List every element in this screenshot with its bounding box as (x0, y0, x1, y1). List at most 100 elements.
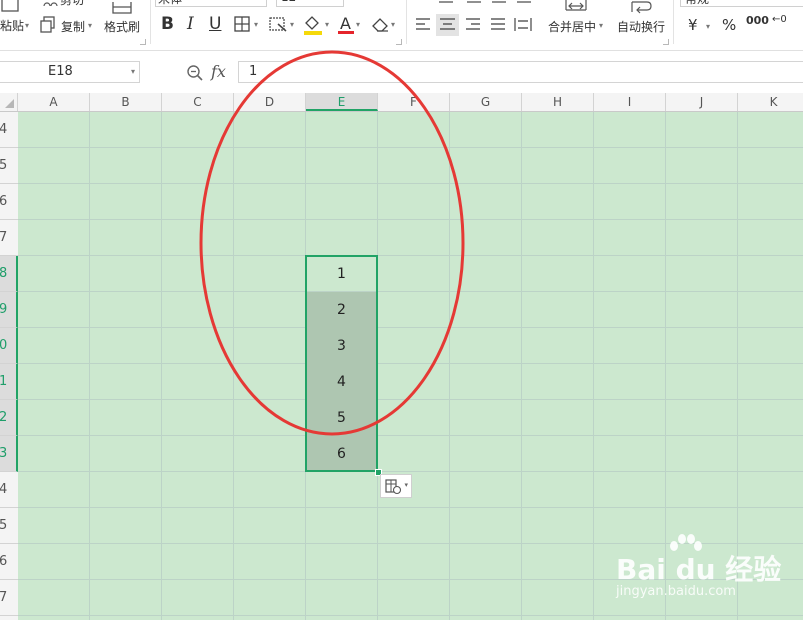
column-header-f[interactable]: F (378, 93, 450, 111)
border-grid-icon (234, 16, 250, 32)
column-header-c[interactable]: C (162, 93, 234, 111)
cell-style-icon (269, 17, 287, 32)
font-color-dropdown-icon: ▾ (356, 20, 361, 29)
underline-button[interactable]: U (209, 14, 221, 34)
name-box-dropdown-icon[interactable]: ▾ (131, 62, 135, 82)
thousands-separator-button[interactable]: 000 (746, 14, 769, 27)
row-header[interactable]: 4 (0, 112, 18, 148)
column-header-j[interactable]: J (666, 93, 738, 111)
paste-options-button[interactable]: ▾ (380, 474, 412, 498)
fx-insert-function-icon[interactable]: fx (211, 62, 226, 81)
fill-color-dropdown-icon: ▾ (325, 20, 330, 29)
border-button[interactable]: ▾ (233, 15, 263, 35)
separator (673, 0, 674, 44)
name-box-value: E18 (48, 64, 73, 79)
number-format-select[interactable]: 常规 (680, 0, 803, 7)
column-header-g[interactable]: G (450, 93, 522, 111)
paste-options-dropdown-icon: ▾ (404, 481, 408, 489)
alignment-group-launcher[interactable] (663, 39, 669, 45)
row-header[interactable]: 2 (0, 400, 18, 436)
justify-icon (491, 18, 505, 30)
merge-center-button[interactable]: 合并居中 ▾ (546, 0, 608, 44)
separator (150, 0, 151, 44)
column-header-i[interactable]: I (594, 93, 666, 111)
selection-range[interactable] (305, 255, 378, 472)
currency-dropdown-icon: ▾ (706, 22, 711, 31)
align-left-icon (416, 18, 430, 30)
row-header[interactable]: 7 (0, 220, 18, 256)
cell-grid[interactable]: 123456 ▾ (18, 112, 803, 620)
align-right-button[interactable] (462, 14, 484, 36)
font-size-value: 12 (281, 0, 296, 4)
increase-decimal-button[interactable]: ←0 (772, 14, 787, 25)
column-header-b[interactable]: B (90, 93, 162, 111)
justify-button[interactable] (487, 14, 509, 36)
row-header[interactable]: 8 (0, 256, 18, 292)
align-center-button[interactable] (436, 14, 459, 36)
merge-center-label: 合并居中 (548, 20, 597, 34)
copy-label: 复制 (61, 20, 86, 34)
align-bottom-icon[interactable] (491, 0, 507, 7)
fill-color-button[interactable]: ▾ (302, 14, 334, 36)
bold-button[interactable]: B (161, 14, 174, 34)
row-header[interactable]: 6 (0, 184, 18, 220)
row-header-column: 45678901234567 (0, 112, 19, 620)
font-name-select[interactable]: 宋体 (155, 0, 267, 7)
align-center-icon (440, 18, 455, 30)
format-painter-label: 格式刷 (104, 20, 141, 34)
column-header-e[interactable]: E (306, 93, 378, 111)
column-header-k[interactable]: K (738, 93, 803, 111)
row-header[interactable]: 6 (0, 544, 18, 580)
row-header[interactable]: 3 (0, 436, 18, 472)
cell-style-button[interactable]: ▾ (268, 15, 298, 35)
copy-icon (40, 16, 55, 33)
align-right-icon (466, 18, 480, 30)
currency-button[interactable]: ¥ (688, 16, 698, 34)
font-group-launcher[interactable] (396, 39, 402, 45)
merge-dropdown-icon: ▾ (599, 21, 604, 30)
row-header[interactable]: 4 (0, 472, 18, 508)
clear-format-button[interactable]: ▾ (370, 14, 400, 36)
fill-bucket-icon (304, 16, 322, 35)
paste-dropdown-icon: ▾ (25, 21, 30, 30)
row-header[interactable]: 1 (0, 364, 18, 400)
orientation-icon[interactable] (516, 0, 532, 7)
copy-dropdown-icon: ▾ (88, 21, 93, 30)
row-header[interactable]: 5 (0, 148, 18, 184)
clipboard-group-launcher[interactable] (140, 39, 146, 45)
italic-button[interactable]: I (187, 14, 194, 34)
align-top-icon[interactable] (438, 0, 454, 7)
auto-wrap-button[interactable]: 自动换行 (614, 0, 670, 44)
formula-input[interactable]: 1 (238, 61, 803, 83)
font-color-button[interactable]: A ▾ (338, 14, 368, 36)
copy-button[interactable]: 复制 ▾ (40, 15, 98, 35)
format-painter-button[interactable]: 格式刷 (102, 0, 146, 44)
font-color-swatch (338, 31, 354, 34)
align-middle-icon[interactable] (466, 0, 482, 7)
auto-wrap-label: 自动换行 (617, 20, 666, 34)
row-header[interactable]: 9 (0, 292, 18, 328)
cell-style-dropdown-icon: ▾ (290, 20, 295, 29)
column-header-row: ABCDEFGHIJK (0, 93, 803, 112)
border-dropdown-icon: ▾ (254, 20, 259, 29)
row-header[interactable]: 0 (0, 328, 18, 364)
format-painter-icon (112, 2, 132, 14)
name-box[interactable]: E18 ▾ (0, 61, 140, 83)
ribbon-toolbar: 粘贴 ▾ 剪切 复制 ▾ 格式刷 宋体 12 B I U (0, 0, 803, 51)
row-header[interactable]: 5 (0, 508, 18, 544)
font-size-select[interactable]: 12 (276, 0, 344, 7)
column-header-d[interactable]: D (234, 93, 306, 111)
distributed-button[interactable] (512, 14, 534, 36)
zoom-search-icon[interactable] (186, 64, 204, 82)
column-header-a[interactable]: A (18, 93, 90, 111)
merge-cells-icon (565, 0, 587, 11)
paste-button[interactable]: 粘贴 ▾ (0, 0, 30, 44)
row-header[interactable]: 7 (0, 580, 18, 616)
number-format-value: 常规 (685, 0, 709, 7)
select-all-corner[interactable] (0, 93, 18, 111)
cut-label: 剪切 (60, 0, 85, 7)
cut-button[interactable]: 剪切 (40, 0, 95, 10)
column-header-h[interactable]: H (522, 93, 594, 111)
align-left-button[interactable] (412, 14, 434, 36)
percent-button[interactable]: % (722, 16, 736, 34)
